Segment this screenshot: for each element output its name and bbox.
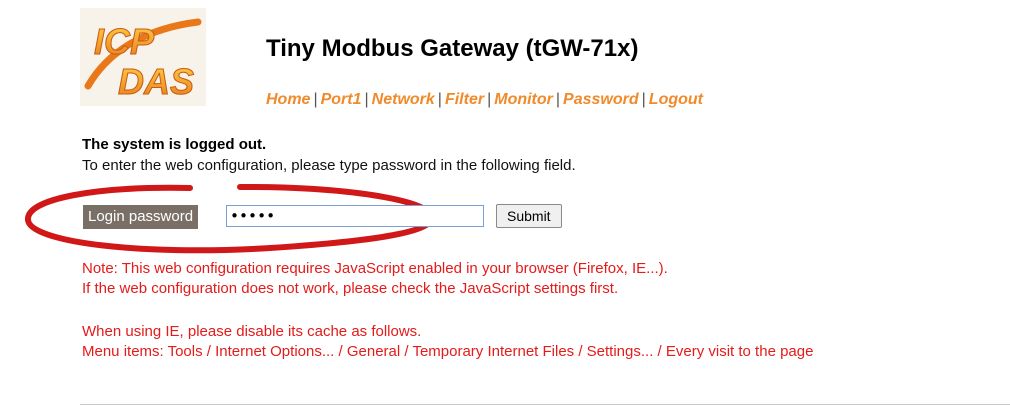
logout-status-heading: The system is logged out. [82, 136, 267, 153]
nav-separator: | [555, 91, 561, 108]
login-password-label: Login password [83, 205, 199, 229]
divider [80, 404, 1010, 405]
svg-text:ICP: ICP [94, 21, 155, 62]
nav-separator: | [487, 91, 492, 108]
login-instruction: To enter the web configuration, please t… [82, 157, 576, 174]
page-title: Tiny Modbus Gateway (tGW-71x) [266, 35, 639, 62]
logo-graphic: ICP DAS [80, 8, 206, 106]
javascript-note: Note: This web configuration requires Ja… [82, 260, 668, 277]
ie-menu-path-note: Menu items: Tools / Internet Options... … [82, 343, 814, 360]
nav-filter[interactable]: Filter [445, 91, 484, 108]
nav-logout[interactable]: Logout [649, 91, 703, 108]
nav-separator: | [437, 91, 442, 108]
main-nav: Home | Port1 | Network | Filter | Monitor | Passwo… [266, 91, 703, 109]
svg-text:DAS: DAS [118, 61, 194, 102]
javascript-settings-note: If the web configuration does not work, … [82, 280, 619, 297]
nav-network[interactable]: Network [372, 91, 435, 108]
nav-home[interactable]: Home [266, 91, 310, 108]
nav-port1[interactable]: Port1 [321, 91, 362, 108]
nav-separator: | [313, 91, 318, 108]
submit-button[interactable]: Submit [496, 204, 562, 228]
nav-monitor[interactable]: Monitor [494, 91, 553, 108]
nav-password[interactable]: Password [563, 91, 639, 108]
nav-separator: | [364, 91, 369, 108]
password-input[interactable] [226, 205, 484, 227]
ie-cache-note: When using IE, please disable its cache … [82, 323, 422, 340]
icpdas-logo: ICP DAS [80, 8, 206, 106]
nav-separator: | [641, 91, 646, 108]
